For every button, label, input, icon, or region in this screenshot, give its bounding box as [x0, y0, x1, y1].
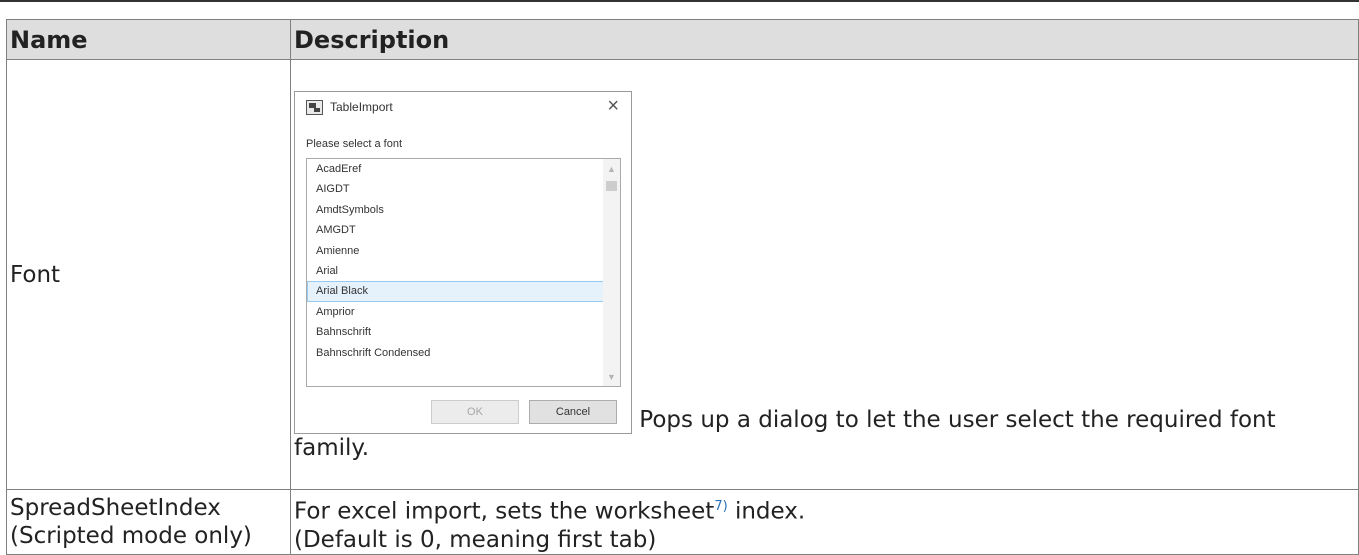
- page: Name Description Font TableImport × Plea…: [0, 0, 1359, 555]
- list-item: AMGDT: [316, 224, 356, 237]
- header-name: Name: [6, 19, 291, 60]
- row-font-name: Font: [6, 59, 291, 490]
- list-item: Arial: [316, 264, 339, 277]
- list-item: Bahnschrift Condensed: [316, 346, 431, 359]
- property-mode-note: (Scripted mode only): [10, 522, 252, 549]
- ok-button: OK: [431, 400, 519, 424]
- list-item: AcadEref: [316, 163, 362, 175]
- description-text-end: index.: [727, 498, 806, 525]
- scroll-thumb: [606, 181, 617, 191]
- font-dialog-image: TableImport × Please select a font AcadE…: [294, 91, 632, 434]
- row-font-description: TableImport × Please select a font AcadE…: [290, 59, 1359, 490]
- cancel-button: Cancel: [529, 400, 617, 424]
- list-scrollbar: ▲ ▼: [603, 159, 620, 386]
- close-icon: ×: [607, 95, 619, 117]
- footnote-link[interactable]: 7): [714, 492, 727, 515]
- dialog-prompt: Please select a font: [306, 138, 403, 150]
- font-listbox: AcadEref AIGDT AmdtSymbols AMGDT Amienne…: [306, 158, 621, 387]
- header-description: Description: [290, 19, 1359, 60]
- tableimport-app-icon: [306, 100, 323, 115]
- properties-table: Name Description Font TableImport × Plea…: [6, 19, 1359, 555]
- table-row: SpreadSheetIndex (Scripted mode only) Fo…: [6, 489, 1359, 555]
- property-name: SpreadSheetIndex: [10, 494, 221, 521]
- scroll-up-icon: ▲: [607, 164, 616, 174]
- dialog-title: TableImport: [330, 100, 393, 114]
- list-item: Amprior: [316, 305, 355, 318]
- row-spreadsheetindex-description: For excel import, sets the worksheet7) i…: [290, 489, 1359, 555]
- row-spreadsheetindex-name: SpreadSheetIndex (Scripted mode only): [6, 489, 291, 555]
- list-item: AIGDT: [316, 183, 350, 196]
- table-header-row: Name Description: [6, 19, 1359, 60]
- list-item: Bahnschrift: [316, 326, 372, 339]
- description-text: For excel import, sets the worksheet: [294, 498, 715, 525]
- scroll-down-icon: ▼: [607, 372, 616, 382]
- table-row: Font TableImport × Please select a font …: [6, 59, 1359, 490]
- list-item: AmdtSymbols: [316, 203, 384, 216]
- list-item: Amienne: [316, 244, 360, 257]
- list-item-selected: Arial Black: [307, 281, 620, 302]
- footnote-7-link[interactable]: 7): [714, 499, 727, 514]
- top-rule: [0, 0, 1359, 2]
